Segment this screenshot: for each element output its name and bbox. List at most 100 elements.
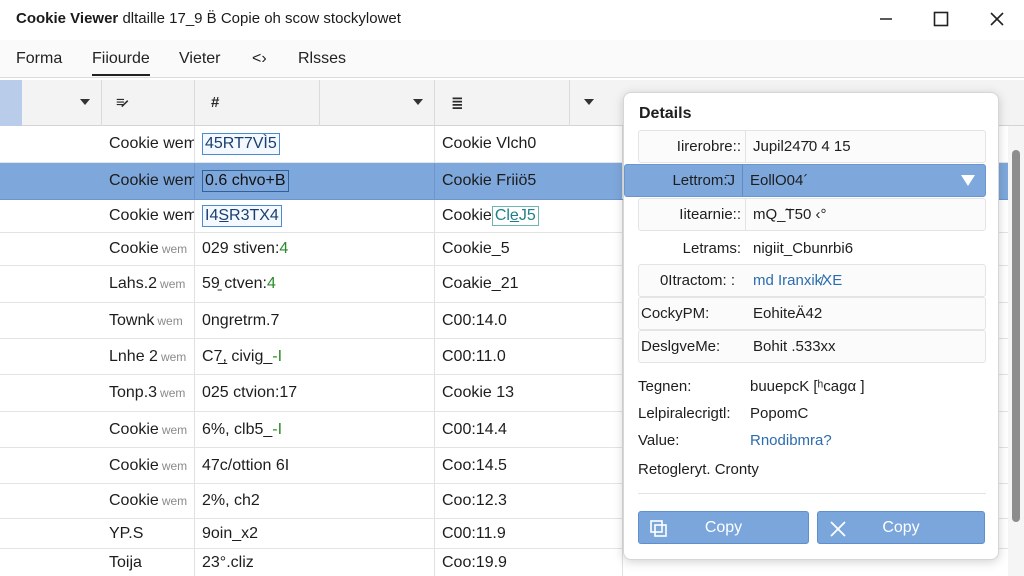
detail-label: Retogleryt. Cronty bbox=[638, 461, 759, 478]
cell-extra: Cookie Cle̲J5 bbox=[435, 200, 623, 232]
dropdown-arrow-icon[interactable] bbox=[961, 175, 975, 186]
cell-extra: C00:11.9 bbox=[435, 519, 623, 548]
cell-value[interactable]: 025 ctvion:17 bbox=[195, 375, 435, 411]
cell-extra: Coo:19.9 bbox=[435, 549, 623, 576]
cell-name: Cookie wem bbox=[102, 484, 195, 518]
column-header-hash[interactable]: # bbox=[195, 80, 320, 126]
cell-name: YP.S bbox=[102, 519, 195, 548]
cell-extra: Coo:12.3 bbox=[435, 484, 623, 518]
divider bbox=[638, 493, 986, 494]
minimize-button[interactable] bbox=[863, 0, 909, 38]
detail-value: Rnodibmra? bbox=[750, 432, 832, 449]
menu-item-fiiourde[interactable]: Fiiourde bbox=[92, 50, 150, 76]
detail-label: DeslgveMe: bbox=[641, 338, 721, 355]
detail-label: Lelpiralecrigtl: bbox=[638, 405, 731, 422]
detail-value[interactable]: md Iranxik̸XE bbox=[745, 265, 842, 296]
scrollbar-thumb[interactable] bbox=[1012, 150, 1020, 522]
detail-value: buuepcK [ʰcagα ] bbox=[750, 378, 865, 395]
detail-label: Iitearnie:: bbox=[679, 206, 741, 223]
menu-item-rlsses[interactable]: Rlsses bbox=[298, 50, 346, 68]
column-header-extra[interactable] bbox=[570, 80, 623, 126]
cell-name: Cookie wem bbox=[102, 200, 195, 232]
detail-row[interactable]: Iirerobre:: Jupil247̄0 4 15 bbox=[638, 130, 986, 163]
funnel-icon: ≣ bbox=[451, 95, 464, 112]
cell-extra: Coakie_21 bbox=[435, 266, 623, 302]
detail-label: CockyPM: bbox=[641, 305, 710, 322]
menu-item-forma[interactable]: Forma bbox=[16, 50, 62, 68]
cell-extra: C00:11.0 bbox=[435, 339, 623, 374]
maximize-button[interactable] bbox=[918, 0, 964, 38]
detail-label: Lettrom:̄J bbox=[672, 172, 735, 189]
detail-value[interactable]: mQ_̃T50 ‹° bbox=[745, 199, 827, 230]
cell-value[interactable]: 23°.cliz bbox=[195, 549, 435, 576]
details-panel: Details Iirerobre:: Jupil247̄0 4 15 Lett… bbox=[623, 92, 999, 560]
cell-value[interactable]: C7̲̲, civig_ -I bbox=[195, 339, 435, 374]
cell-extra: Cookie_5 bbox=[435, 233, 623, 265]
menu-item-code[interactable]: <› bbox=[252, 50, 267, 68]
cell-extra: Coo:14.5 bbox=[435, 448, 623, 483]
cell-value[interactable]: 9oin_x2 bbox=[195, 519, 435, 548]
cell-value[interactable]: 59̱ ctven: 4 bbox=[195, 266, 435, 302]
detail-label: Tegnen: bbox=[638, 378, 692, 395]
cell-name: Cookie wem bbox=[102, 233, 195, 265]
detail-row-selected[interactable]: Lettrom:̄J EollO04´ bbox=[624, 164, 986, 197]
maximize-icon bbox=[933, 11, 949, 27]
cell-name: Lnhe 2 wem bbox=[102, 339, 195, 374]
cell-value[interactable]: 029 stiven: 4 bbox=[195, 233, 435, 265]
detail-value[interactable]: Bohit .533xx bbox=[745, 331, 836, 362]
detail-row[interactable]: Letrams: nigiit_Cbunrbi6 bbox=[638, 232, 986, 265]
cell-name: Tonp.3 wem bbox=[102, 375, 195, 411]
cell-value[interactable]: 0.6 chvo+B bbox=[195, 163, 435, 199]
cell-value[interactable]: 0ngretrm.7 bbox=[195, 303, 435, 338]
close-icon bbox=[990, 12, 1004, 26]
title-bar: Cookie Viewer dltaille 17_9 B̈ Copie oh … bbox=[0, 0, 1024, 38]
cell-value[interactable]: 2%, ch2 bbox=[195, 484, 435, 518]
detail-label: Iirerobre:: bbox=[676, 138, 741, 155]
cell-extra: C00:14.0 bbox=[435, 303, 623, 338]
detail-row[interactable]: DeslgveMe: Bohit .533xx bbox=[638, 330, 986, 363]
detail-value[interactable]: nigiit_Cbunrbi6 bbox=[745, 233, 853, 264]
sort-caret-icon[interactable] bbox=[80, 99, 90, 105]
detail-value[interactable]: EollO04´ bbox=[742, 165, 808, 196]
minimize-icon bbox=[880, 18, 892, 20]
detail-row[interactable]: Iitearnie:: mQ_̃T50 ‹° bbox=[638, 198, 986, 231]
cell-name: Townk wem bbox=[102, 303, 195, 338]
chevron-down-icon[interactable] bbox=[413, 99, 423, 105]
row-selector-header bbox=[0, 80, 22, 126]
details-title: Details bbox=[639, 105, 692, 122]
cell-value[interactable]: 6%, clb5_ -I bbox=[195, 412, 435, 447]
copy-button[interactable]: Copy bbox=[638, 511, 809, 544]
hash-icon: # bbox=[211, 94, 220, 111]
copy-button-label: Copy bbox=[882, 518, 920, 536]
detail-label: Letrams: bbox=[682, 240, 741, 257]
copy-button-label: Copy bbox=[704, 518, 743, 536]
column-header-filter[interactable]: ≡̷ bbox=[102, 80, 195, 126]
cell-name: Lahs.2 wem bbox=[102, 266, 195, 302]
column-header-dropdown[interactable] bbox=[320, 80, 435, 126]
chevron-down-icon[interactable] bbox=[584, 99, 594, 105]
column-header-name[interactable] bbox=[22, 80, 102, 126]
detail-label: Value: bbox=[638, 432, 680, 449]
cell-value[interactable]: 47c/ottion 6I bbox=[195, 448, 435, 483]
cell-extra: Cookie Friiö5 bbox=[435, 163, 623, 199]
column-header-funnel[interactable]: ≣ bbox=[435, 80, 570, 126]
detail-value[interactable]: EohiteÄ42 bbox=[745, 298, 822, 329]
cell-extra: C00:14.4 bbox=[435, 412, 623, 447]
menu-item-vieter[interactable]: Vieter bbox=[179, 50, 221, 68]
cell-value[interactable]: I4S̲R3TX4 bbox=[195, 200, 435, 232]
close-button[interactable] bbox=[974, 0, 1020, 38]
filter-icon: ≡̷ bbox=[116, 94, 125, 111]
detail-row[interactable]: 0Itractom: : md Iranxik̸XE bbox=[638, 264, 986, 297]
detail-value[interactable]: Jupil247̄0 4 15 bbox=[745, 131, 851, 162]
cell-extra: Cookie Vlch0 bbox=[435, 126, 623, 162]
copy-close-button[interactable]: Copy bbox=[817, 511, 985, 544]
cell-name: Cookie wem bbox=[102, 448, 195, 483]
cell-name: Cookie wem bbox=[102, 126, 195, 162]
detail-label: 0Itractom: : bbox=[659, 272, 735, 289]
detail-row[interactable]: CockyPM: EohiteÄ42 bbox=[638, 297, 986, 330]
cell-extra: Cookie 13 bbox=[435, 375, 623, 411]
detail-value: PopomC bbox=[750, 405, 809, 422]
cell-value[interactable]: 45RT7VÌ5 bbox=[195, 126, 435, 162]
window-title: Cookie Viewer dltaille 17_9 B̈ Copie oh … bbox=[16, 10, 401, 27]
cell-name: Toija bbox=[102, 549, 195, 576]
